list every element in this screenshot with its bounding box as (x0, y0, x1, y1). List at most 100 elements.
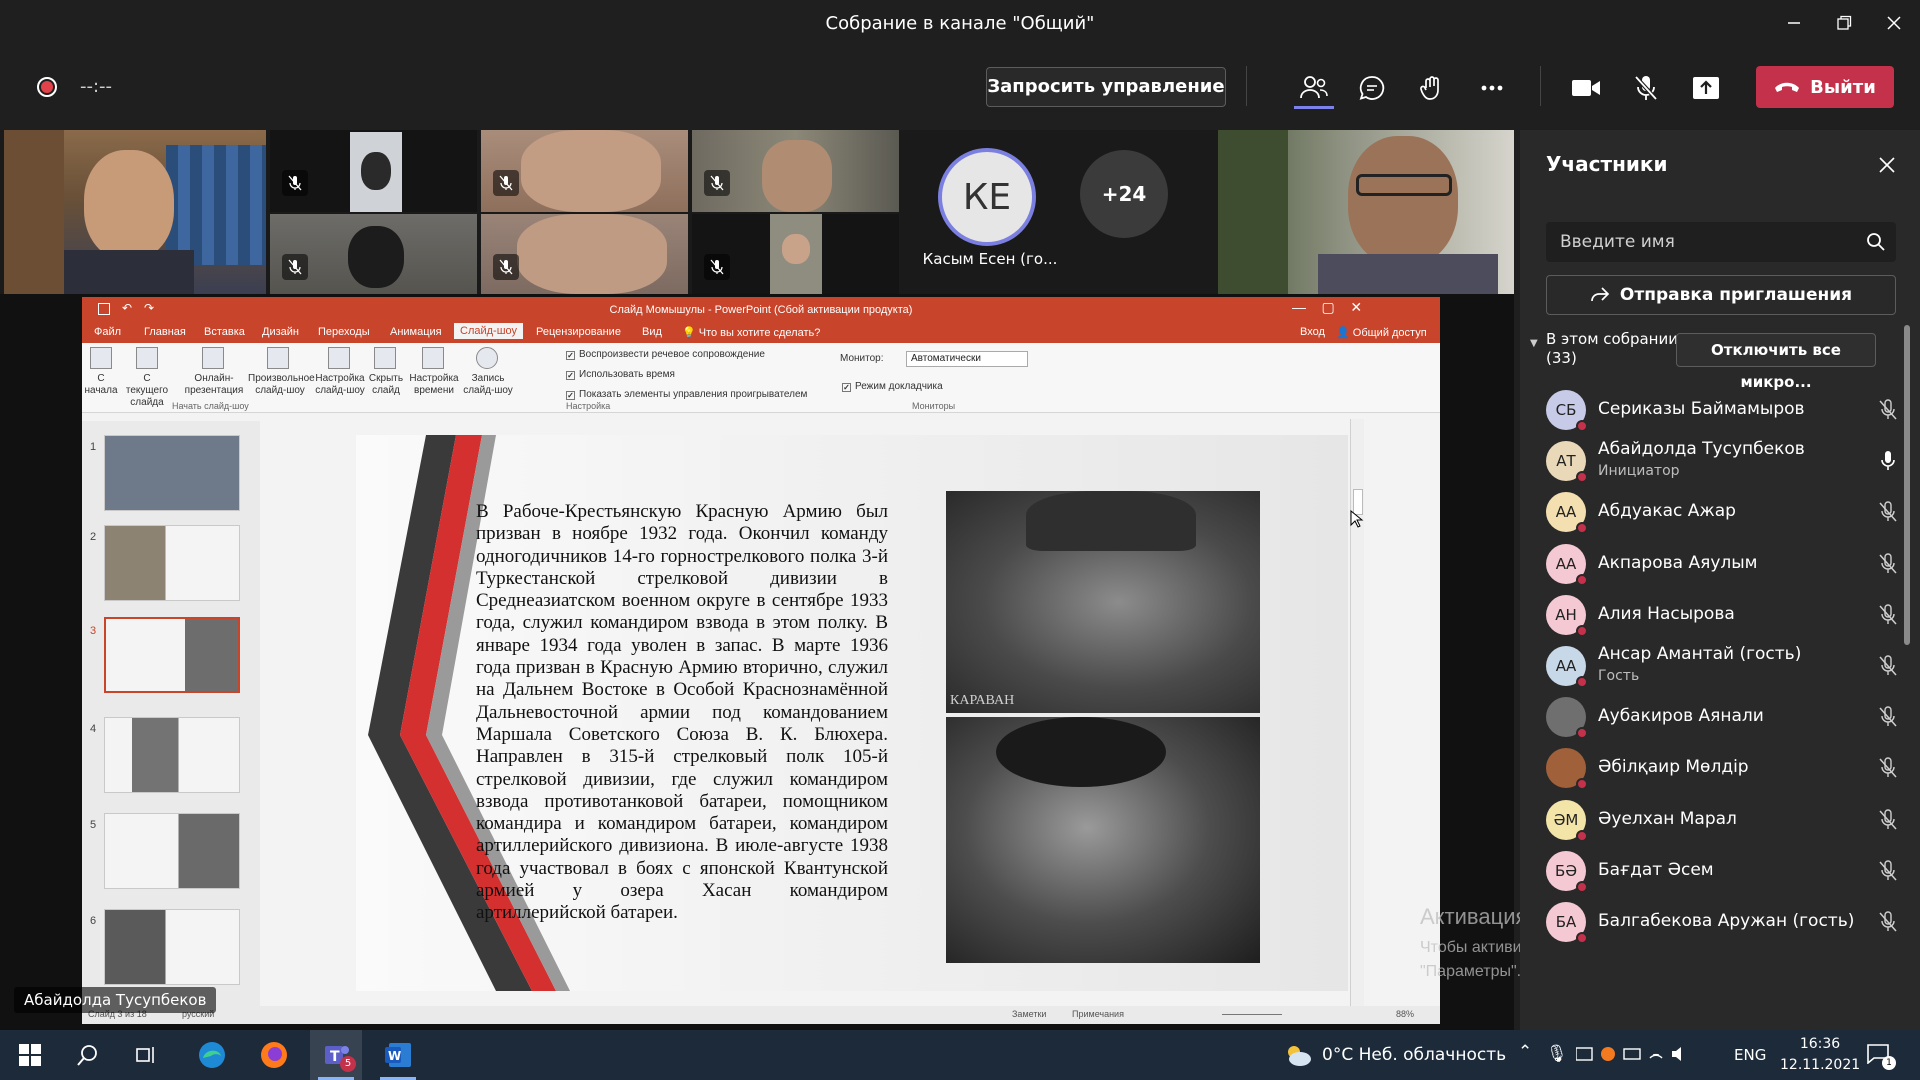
close-icon (1887, 16, 1901, 30)
hide-slide-button[interactable]: Скрыть слайд (368, 373, 404, 397)
panel-scrollbar[interactable] (1904, 325, 1910, 645)
input-language[interactable]: ENG (1734, 1046, 1766, 1064)
presenter-view-checkbox[interactable]: ✓ Режим докладчика (842, 381, 943, 392)
weather-text[interactable]: 0°C Неб. облачность (1322, 1045, 1506, 1065)
ppt-window-controls[interactable]: — ▢ ✕ (1292, 299, 1362, 316)
restore-button[interactable] (1822, 8, 1866, 38)
taskbar-clock[interactable]: 16:36 12.11.2021 (1780, 1034, 1860, 1076)
participant-mic-status (1876, 603, 1900, 627)
windows-logo-icon (19, 1044, 41, 1066)
slide-thumbnail[interactable] (104, 525, 240, 601)
mic-off-icon (499, 175, 513, 191)
minimize-button[interactable] (1772, 8, 1816, 38)
slide-thumbnail-selected[interactable] (104, 617, 240, 693)
participant-search-input[interactable] (1546, 222, 1856, 262)
participant-row[interactable]: БА Балгабекова Аружан (гость) (1546, 892, 1897, 952)
close-window-button[interactable] (1872, 8, 1916, 38)
avatar-initials: БА (1555, 913, 1577, 931)
slide-thumbnail[interactable] (104, 435, 240, 511)
chat-button[interactable] (1354, 70, 1390, 106)
ppt-tab[interactable]: Рецензирование (536, 326, 621, 338)
firefox-icon (261, 1042, 287, 1068)
participant-avatar-ke[interactable]: КЕ (938, 148, 1036, 246)
microphone-button[interactable] (1628, 70, 1664, 106)
timings-checkbox[interactable]: ✓ Использовать время (566, 369, 675, 380)
teams-app[interactable]: T 5 (310, 1030, 362, 1080)
ppt-tab[interactable]: Дизайн (262, 326, 299, 338)
ppt-tab[interactable]: Переходы (318, 326, 370, 338)
send-invite-button[interactable]: Отправка приглашения (1546, 275, 1896, 315)
panel-close-button[interactable] (1872, 150, 1902, 180)
in-meeting-section[interactable]: В этом собрании (33) (1546, 330, 1678, 368)
record-button[interactable]: Запись слайд-шоу (462, 373, 514, 397)
video-tile[interactable] (270, 214, 477, 294)
slide-scrollbar[interactable] (1350, 419, 1364, 1009)
notification-center-button[interactable]: 1 (1866, 1042, 1896, 1070)
signin-link[interactable]: Вход (1300, 326, 1325, 338)
portrait-photo[interactable]: КАРАВАН (946, 491, 1260, 713)
current-slide[interactable]: В Рабоче-Крестьянскую Красную Армию был … (356, 435, 1348, 991)
narration-checkbox[interactable]: ✓ Воспроизвести речевое сопровождение (566, 349, 765, 360)
comments-button[interactable]: Примечания (1072, 1009, 1124, 1019)
tell-me-box[interactable]: 💡 Что вы хотите сделать? (682, 326, 820, 339)
zoom-level[interactable]: 88% (1396, 1009, 1414, 1019)
leave-button[interactable]: Выйти (1756, 66, 1894, 108)
media-controls-checkbox[interactable]: ✓ Показать элементы управления проигрыват… (566, 389, 807, 400)
ppt-tab-active[interactable]: Слайд-шоу (454, 323, 524, 339)
plant-background (1218, 130, 1288, 294)
video-tile-speaker[interactable] (1218, 130, 1514, 294)
raise-hand-button[interactable] (1414, 70, 1450, 106)
redo-icon[interactable]: ↷ (144, 301, 154, 315)
participant-search[interactable] (1546, 222, 1896, 262)
setup-show-button[interactable]: Настройка слайд-шоу (314, 373, 366, 397)
monitor-select[interactable]: Автоматически (906, 351, 1028, 367)
video-tile-presenter[interactable] (4, 130, 266, 294)
notes-button[interactable]: Заметки (1012, 1009, 1046, 1019)
online-present-button[interactable]: Онлайн-презентация (182, 373, 246, 397)
zoom-slider[interactable] (1222, 1014, 1282, 1015)
video-tile[interactable] (481, 214, 688, 294)
rehearse-button[interactable]: Настройка времени (408, 373, 460, 397)
system-tray-icons[interactable] (1575, 1044, 1696, 1069)
status-dot (1576, 522, 1588, 535)
slide-thumbnail[interactable] (104, 813, 240, 889)
camera-button[interactable] (1568, 70, 1604, 106)
slide-body-text[interactable]: В Рабоче-Крестьянскую Красную Армию был … (476, 501, 888, 925)
edge-app[interactable] (186, 1030, 238, 1080)
start-button[interactable] (4, 1030, 56, 1080)
mic-tray-icon[interactable]: 🎙 (1546, 1044, 1568, 1064)
ppt-tab[interactable]: Вид (642, 326, 662, 338)
task-view-button[interactable] (120, 1030, 172, 1080)
ppt-tab[interactable]: Файл (94, 326, 121, 338)
ppt-tab[interactable]: Главная (144, 326, 186, 338)
word-app[interactable]: W (372, 1030, 424, 1080)
mute-all-button[interactable]: Отключить все микро... (1676, 333, 1876, 391)
share-link[interactable]: 👤 Общий доступ (1336, 326, 1427, 339)
save-icon[interactable] (98, 303, 110, 315)
portrait-photo[interactable] (946, 717, 1260, 963)
video-tile[interactable] (270, 130, 477, 212)
video-tile[interactable] (481, 130, 688, 212)
show-hidden-icons-button[interactable]: ⌃ (1518, 1042, 1532, 1062)
undo-icon[interactable]: ↶ (122, 301, 132, 315)
ppt-tab[interactable]: Вставка (204, 326, 245, 338)
request-control-button[interactable]: Запросить управление (986, 67, 1226, 107)
svg-text:W: W (388, 1049, 401, 1063)
video-tile[interactable] (692, 214, 899, 294)
custom-show-button[interactable]: Произвольное слайд-шоу (248, 373, 315, 397)
slide-thumbnail[interactable] (104, 909, 240, 985)
chevron-down-icon[interactable]: ▼ (1530, 338, 1538, 349)
firefox-app[interactable] (248, 1030, 300, 1080)
view-buttons[interactable] (1202, 1009, 1362, 1021)
from-current-button[interactable]: С текущего слайда (122, 373, 172, 409)
slide-thumbnail[interactable] (104, 717, 240, 793)
search-button[interactable] (62, 1030, 114, 1080)
participants-button[interactable] (1296, 70, 1332, 106)
tray-icons[interactable]: 🎙 (1546, 1044, 1568, 1064)
ppt-tab[interactable]: Анимация (390, 326, 442, 338)
more-actions-button[interactable] (1474, 70, 1510, 106)
share-content-button[interactable] (1688, 70, 1724, 106)
more-participants-button[interactable]: +24 (1080, 150, 1168, 238)
video-tile[interactable] (692, 130, 899, 212)
from-start-button[interactable]: С начала (82, 373, 120, 397)
